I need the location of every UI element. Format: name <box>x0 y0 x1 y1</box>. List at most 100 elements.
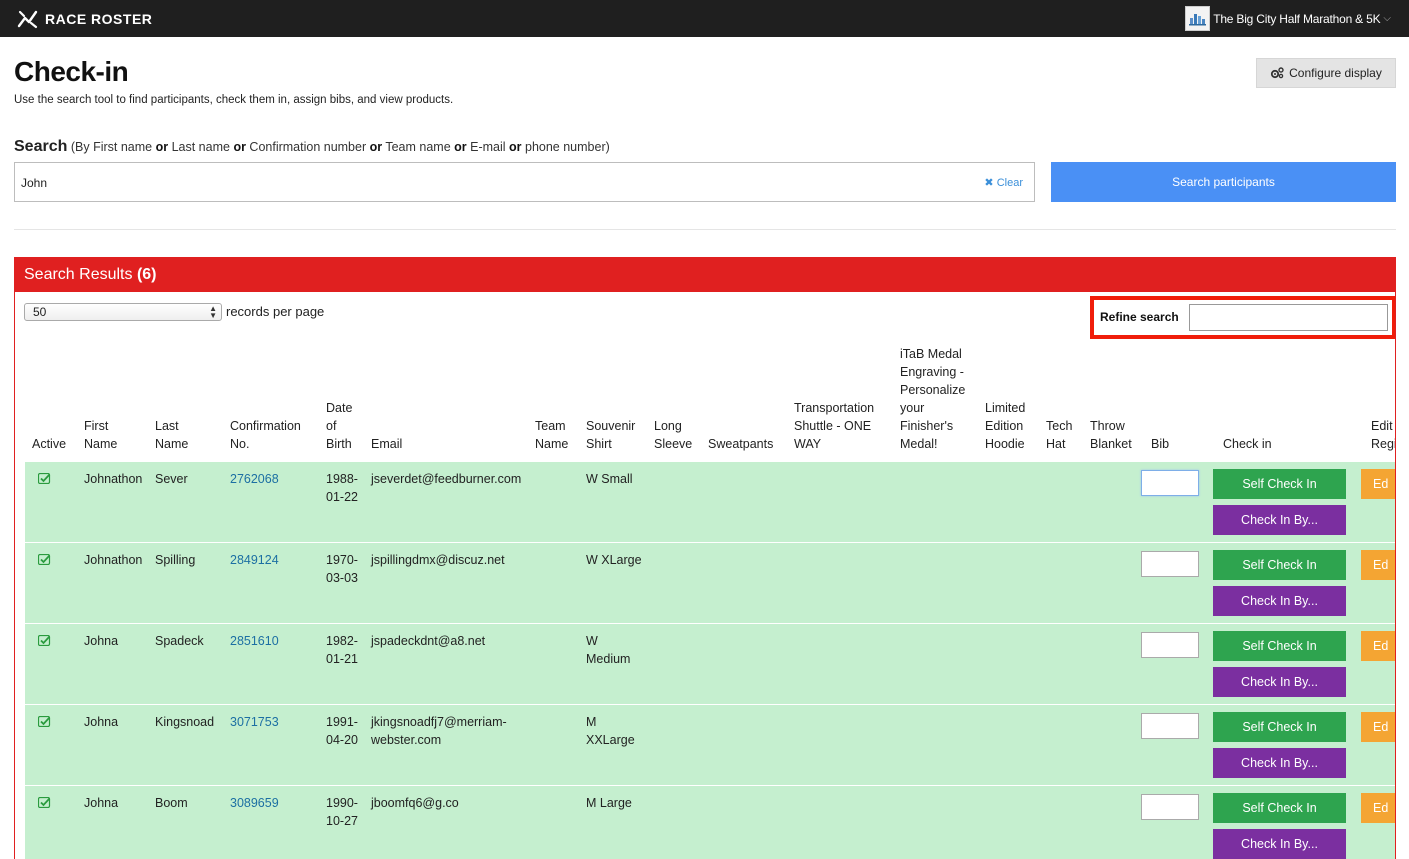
table-row: Johnathon Spilling 2849124 1970- 03-03 jspill… <box>25 542 1395 623</box>
col-dob[interactable]: Date of Birth <box>326 399 352 453</box>
edit-registration-button[interactable]: Ed <box>1361 712 1395 742</box>
self-check-in-button[interactable]: Self Check In <box>1213 550 1346 580</box>
per-page-value: 50 <box>33 305 47 319</box>
souvenir-shirt: M XXLarge <box>586 715 635 747</box>
col-limited-hoodie[interactable]: Limited Edition Hoodie <box>985 399 1025 453</box>
check-in-by-button[interactable]: Check In By... <box>1213 505 1346 535</box>
edit-registration-button[interactable]: Ed <box>1361 469 1395 499</box>
active-check-icon <box>38 473 51 484</box>
date-of-birth: 1991- 04-20 <box>326 715 358 747</box>
table-row: Johna Spadeck 2851610 1982- 01-21 jspadeckdnt… <box>25 623 1395 704</box>
active-check-icon <box>38 554 51 565</box>
check-in-by-button[interactable]: Check In By... <box>1213 667 1346 697</box>
date-of-birth: 1982- 01-21 <box>326 634 358 666</box>
race-roster-logo[interactable]: RACE ROSTER <box>17 8 152 30</box>
email: jspadeckdnt@a8.net <box>371 634 486 648</box>
configure-display-button[interactable]: Configure display <box>1256 58 1396 88</box>
col-edit-registration[interactable]: Edit Regi <box>1371 417 1395 453</box>
email: jboomfq6@g.co <box>371 796 459 810</box>
check-in-by-button[interactable]: Check In By... <box>1213 748 1346 778</box>
confirmation-link[interactable]: 2851610 <box>230 632 279 650</box>
edit-registration-button[interactable]: Ed <box>1361 631 1395 661</box>
select-arrows-icon: ▲ ▼ <box>209 304 217 320</box>
event-thumbnail <box>1185 6 1211 31</box>
search-input-value: John <box>21 176 48 190</box>
search-label: Search (By First name or Last name or Co… <box>14 138 610 156</box>
col-email[interactable]: Email <box>371 435 402 453</box>
last-name: Boom <box>155 796 188 810</box>
records-per-page-select[interactable]: 50 ▲ ▼ <box>24 303 222 321</box>
email: jseverdet@feedburner.com <box>371 472 522 486</box>
col-sweatpants[interactable]: Sweatpants <box>708 435 773 453</box>
first-name: Johna <box>84 634 119 648</box>
race-roster-logo-icon <box>17 10 38 29</box>
col-confirmation[interactable]: Confirmation No. <box>230 417 301 453</box>
results-count: (6) <box>136 266 157 283</box>
active-check-icon <box>38 635 51 646</box>
first-name: Johnathon <box>84 472 143 486</box>
last-name: Spilling <box>155 553 196 567</box>
refine-search-highlight: Refine search <box>1090 296 1395 339</box>
refine-search-label: Refine search <box>1100 310 1179 324</box>
first-name: Johna <box>84 796 119 810</box>
check-in-by-button[interactable]: Check In By... <box>1213 586 1346 616</box>
search-label-title: Search <box>14 138 68 155</box>
col-transportation[interactable]: Transportation Shuttle - ONE WAY <box>794 399 874 453</box>
souvenir-shirt: W Small <box>586 472 633 486</box>
col-tech-hat[interactable]: Tech Hat <box>1046 417 1072 453</box>
confirmation-link[interactable]: 3089659 <box>230 794 279 812</box>
self-check-in-button[interactable]: Self Check In <box>1213 712 1346 742</box>
col-team-name[interactable]: Team Name <box>535 417 568 453</box>
self-check-in-button[interactable]: Self Check In <box>1213 469 1346 499</box>
self-check-in-button[interactable]: Self Check In <box>1213 793 1346 823</box>
souvenir-shirt: W Medium <box>586 634 631 666</box>
souvenir-shirt: W XLarge <box>586 553 642 567</box>
bib-input[interactable] <box>1141 794 1199 820</box>
last-name: Sever <box>155 472 188 486</box>
page-title: Check-in <box>14 56 129 87</box>
confirmation-link[interactable]: 2762068 <box>230 470 279 488</box>
col-first-name[interactable]: First Name <box>84 417 117 453</box>
col-souvenir-shirt[interactable]: Souvenir Shirt <box>586 417 635 453</box>
email: jkingsnoadfj7@merriam-webster.com <box>371 715 507 747</box>
event-switcher[interactable]: The Big City Half Marathon & 5K ⌵ <box>1185 6 1391 31</box>
search-participants-button[interactable]: Search participants <box>1051 162 1396 202</box>
check-in-by-button[interactable]: Check In By... <box>1213 829 1346 859</box>
refine-search-input[interactable] <box>1189 304 1388 331</box>
first-name: Johnathon <box>84 553 143 567</box>
self-check-in-button[interactable]: Self Check In <box>1213 631 1346 661</box>
divider <box>14 229 1396 230</box>
table-row: Johna Boom 3089659 1990- 10-27 jboomfq6@g.co M… <box>25 785 1395 859</box>
souvenir-shirt: M Large <box>586 796 632 810</box>
table-row: Johna Kingsnoad 3071753 1991- 04-20 jkingsnoa… <box>25 704 1395 785</box>
bib-input[interactable] <box>1141 470 1199 496</box>
gears-icon <box>1271 67 1284 79</box>
confirmation-link[interactable]: 3071753 <box>230 713 279 731</box>
col-itab-medal[interactable]: iTaB Medal Engraving - Personalize your Fini… <box>900 345 965 453</box>
event-name: The Big City Half Marathon & 5K <box>1213 11 1381 26</box>
col-check-in[interactable]: Check in <box>1223 435 1272 453</box>
clear-search-button[interactable]: ✖ Clear <box>984 176 1023 189</box>
edit-registration-button[interactable]: Ed <box>1361 550 1395 580</box>
search-hint: (By First name or Last name or Confirmat… <box>70 140 610 154</box>
clear-label: Clear <box>996 177 1023 189</box>
results-header: Search Results (6) <box>15 258 1395 292</box>
col-long-sleeve[interactable]: Long Sleeve <box>654 417 692 453</box>
configure-display-label: Configure display <box>1289 66 1382 80</box>
edit-registration-button[interactable]: Ed <box>1361 793 1395 823</box>
bib-input[interactable] <box>1141 713 1199 739</box>
bib-input[interactable] <box>1141 632 1199 658</box>
col-throw-blanket[interactable]: Throw Blanket <box>1090 417 1132 453</box>
confirmation-link[interactable]: 2849124 <box>230 551 279 569</box>
last-name: Kingsnoad <box>155 715 215 729</box>
chevron-down-icon: ⌵ <box>1383 13 1391 24</box>
bib-input[interactable] <box>1141 551 1199 577</box>
col-bib[interactable]: Bib <box>1151 435 1169 453</box>
close-icon: ✖ <box>984 177 994 189</box>
first-name: Johna <box>84 715 119 729</box>
results-title: Search Results <box>24 266 133 283</box>
col-active[interactable]: Active <box>32 435 66 453</box>
search-input[interactable]: John ✖ Clear <box>14 162 1035 202</box>
col-last-name[interactable]: Last Name <box>155 417 188 453</box>
per-page-label: records per page <box>226 304 325 319</box>
